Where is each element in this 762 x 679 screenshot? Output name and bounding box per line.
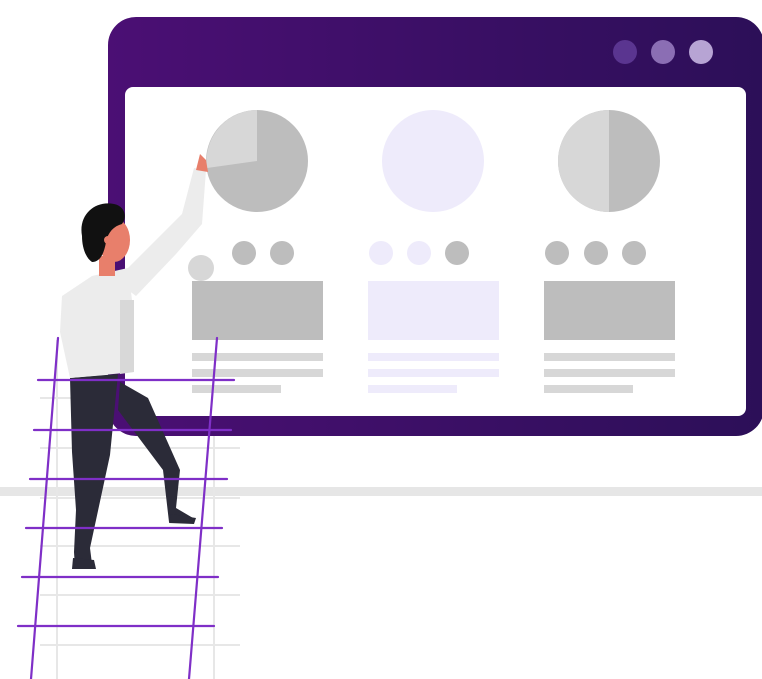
panel-right-dot-2 [584, 241, 608, 265]
panel-left-line-2 [192, 369, 323, 377]
panel-middle-dot-2 [407, 241, 431, 265]
panel-left-dot-2 [270, 241, 294, 265]
person-shirt-shadow [120, 300, 134, 374]
panel-middle-line-2 [368, 369, 499, 377]
panel-right-line-3 [544, 385, 633, 393]
window-dot-mid [651, 40, 675, 64]
person-front-leg [70, 374, 118, 568]
window-dot-dark [613, 40, 637, 64]
panel-right-image [544, 281, 675, 340]
panel-left-line-1 [192, 353, 323, 361]
ladder-rail-left [29, 336, 60, 679]
person-ear [104, 236, 112, 244]
window-dot-light [689, 40, 713, 64]
panel-middle-dot-1 [369, 241, 393, 265]
panel-middle-line-1 [368, 353, 499, 361]
pie-chart-middle [382, 110, 484, 212]
dashboard-window [108, 17, 762, 436]
panel-right-line-2 [544, 369, 675, 377]
panel-right-dot-3 [622, 241, 646, 265]
panel-left-image [192, 281, 323, 340]
floating-dot [188, 255, 214, 281]
illustration-scene [0, 0, 762, 679]
dashboard-illustration [0, 17, 762, 679]
panel-left-line-3 [192, 385, 281, 393]
panel-right-dot-1 [545, 241, 569, 265]
person-shoe-front [72, 558, 96, 569]
panel-middle-line-3 [368, 385, 457, 393]
panel-left-dot-1 [232, 241, 256, 265]
panel-middle-image [368, 281, 499, 340]
panel-right-line-1 [544, 353, 675, 361]
floor-line [0, 487, 762, 496]
panel-middle-dot-3 [445, 241, 469, 265]
